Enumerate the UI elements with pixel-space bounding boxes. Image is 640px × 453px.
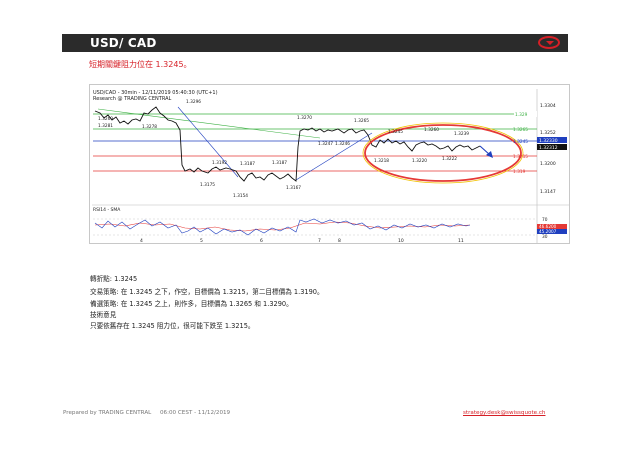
annotation: 1.3245 — [388, 129, 403, 135]
collapse-button[interactable] — [538, 36, 560, 49]
level-tag: 1.32312 — [539, 145, 558, 151]
time-tick: 10 — [398, 238, 404, 243]
pivot-point: 轉折點: 1.3245 — [90, 275, 138, 283]
annotation: 1.3281 — [98, 123, 113, 129]
comment-title: 技術意見 — [90, 311, 117, 319]
annotation: 1.3269 — [98, 116, 113, 122]
annotation: 1.3278 — [142, 124, 157, 130]
time-tick: 8 — [338, 238, 341, 243]
footer-email-link[interactable]: strategy.desk@swissquote.ch — [463, 410, 545, 416]
annotation: 1.3187 — [272, 160, 287, 166]
page-header: USD/ CAD — [62, 34, 568, 52]
trading-strategy: 交易策略: 在 1.3245 之下，作空，目標價為 1.3215，第二目標價為 … — [90, 288, 324, 296]
price-chart: USD/CAD - 30min - 12/11/2019 05:40:30 (U… — [92, 89, 569, 243]
annotation: 1.3260 — [424, 127, 439, 133]
time-tick: 4 — [140, 238, 143, 243]
time-tick: 7 — [318, 238, 321, 243]
chart-frame: USD/CAD - 30min - 12/11/2019 05:40:30 (U… — [89, 84, 570, 244]
annotation: 1.3167 — [286, 185, 301, 191]
trend-line-blue-2 — [295, 132, 373, 181]
price-tick: 1.3252 — [540, 130, 556, 136]
comment-text: 只要依舊存在 1.3245 阻力位，很可能下跌至 1.3215。 — [90, 322, 255, 330]
annotation: 1.3246 — [335, 141, 350, 147]
time-tick: 11 — [458, 238, 464, 243]
rsi-tick: 70 — [542, 217, 548, 223]
annotation: 1.3220 — [412, 158, 427, 164]
price-tick: 1.3304 — [540, 103, 556, 109]
annotation: 1.3265 — [354, 118, 369, 124]
price-series — [94, 106, 481, 182]
level-tag: 1.3215 — [513, 154, 528, 160]
rsi-line — [94, 218, 471, 236]
rsi-tag: 45.2007 — [539, 229, 557, 234]
annotation: 1.3218 — [374, 158, 389, 164]
footer-prepared: Prepared by TRADING CENTRAL — [63, 410, 152, 416]
time-tick: 5 — [200, 238, 203, 243]
annotation: 1.3222 — [442, 156, 457, 162]
annotation: 1.3247 — [318, 141, 333, 147]
annotation: 1.3239 — [454, 131, 469, 137]
level-tag: 1.32330 — [539, 138, 558, 144]
annotation: 1.3192 — [212, 160, 227, 166]
trend-line-green — [97, 108, 321, 139]
chart-source: Research @ TRADING CENTRAL — [93, 96, 172, 102]
annotation: 1.3270 — [297, 115, 312, 121]
annotation: 1.3154 — [233, 193, 248, 199]
time-tick: 6 — [260, 238, 263, 243]
price-tick: 1.3147 — [540, 189, 556, 195]
alternative-strategy: 備選策略: 在 1.3245 之上，則作多，目標價為 1.3265 和 1.32… — [90, 300, 293, 308]
annotation: 1.3187 — [240, 161, 255, 167]
annotation: 1.3175 — [200, 182, 215, 188]
level-tag: 1.329 — [515, 112, 528, 118]
page-title: USD/ CAD — [90, 36, 157, 50]
rsi-tick: 30 — [542, 234, 548, 240]
chevron-down-icon — [546, 41, 554, 45]
footer-time: 06:00 CEST - 11/12/2019 — [160, 410, 231, 416]
level-tag: 1.319 — [513, 169, 526, 175]
price-tick: 1.3200 — [540, 161, 556, 167]
level-tag: 1.3265 — [513, 127, 528, 133]
annotation: 1.3296 — [186, 99, 201, 105]
trend-line-blue-1 — [177, 106, 239, 178]
level-tag: 1.3245 — [513, 139, 528, 145]
key-level-headline: 短期關鍵阻力位在 1.3245。 — [89, 60, 192, 69]
indicator-label: RSI14 - SMA — [93, 207, 121, 213]
